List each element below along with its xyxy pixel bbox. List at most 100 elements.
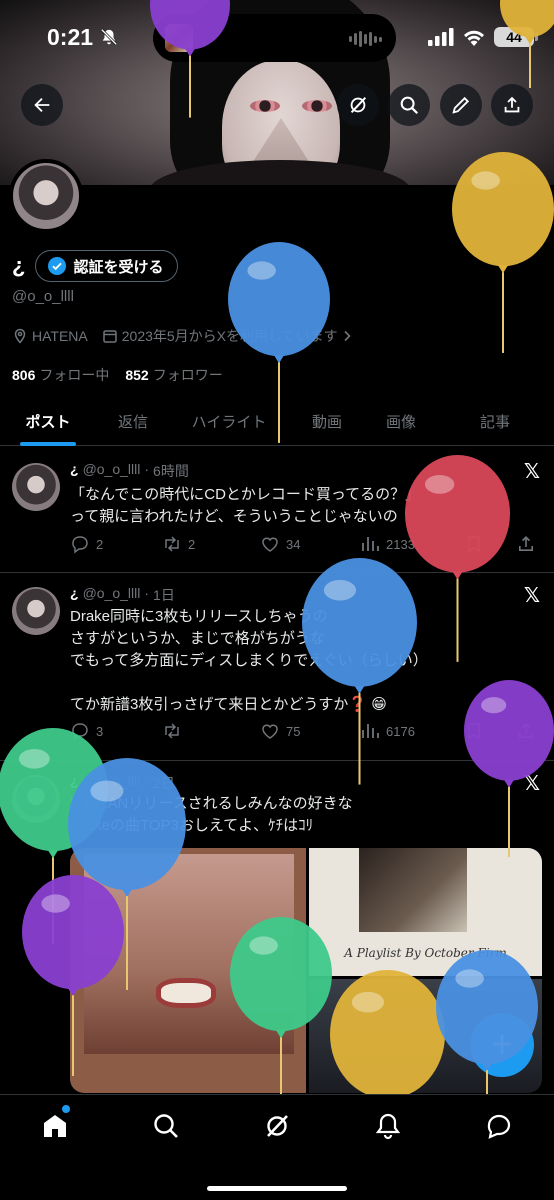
playlist-caption: A Playlist By October Firm [344, 946, 507, 960]
views-button[interactable]: 6176 [360, 721, 464, 741]
like-count: 75 [286, 723, 301, 739]
like-button[interactable]: 34 [260, 534, 360, 554]
views-count: 6176 [386, 723, 415, 739]
nav-messages[interactable] [443, 1095, 554, 1157]
tab-articles[interactable]: 記事 [436, 398, 554, 445]
post-time: 2日 [153, 775, 175, 791]
notification-dot [62, 1105, 70, 1113]
reply-button[interactable]: 2 [70, 534, 162, 554]
silent-bell-icon [100, 28, 118, 46]
share-icon [504, 96, 520, 113]
playlist-cover-image[interactable]: A Playlist By October Firm [309, 848, 542, 976]
arrow-left-icon [34, 97, 50, 113]
search-icon [400, 96, 419, 115]
grok-icon [267, 1115, 288, 1137]
repost-button[interactable]: 2 [162, 534, 260, 554]
notifications-icon [375, 1113, 400, 1140]
audio-wave-icon [349, 31, 382, 47]
followers-count: 852 [125, 367, 149, 383]
battery-indicator: 44 [494, 27, 538, 47]
bottom-navigation [0, 1094, 554, 1200]
repost-count: 2 [188, 536, 196, 552]
post-share-button[interactable] [516, 534, 536, 554]
location-pin-icon [14, 328, 26, 344]
post-text: Drake同時に3枚もリリースしちゃうの さすがというか、まじで格がちがうな で… [70, 608, 428, 713]
share-button[interactable] [491, 84, 533, 126]
get-verified-button[interactable]: 認証を受ける [35, 250, 179, 282]
share-icon [519, 536, 533, 551]
views-chart-icon [362, 724, 379, 738]
post-author-name: ¿ [70, 461, 79, 477]
nav-search[interactable] [111, 1095, 222, 1157]
status-time: 0:21 [47, 24, 94, 50]
pencil-icon [452, 96, 470, 114]
album-cover-image[interactable] [70, 848, 306, 1093]
reply-icon [72, 536, 88, 554]
nav-grok[interactable] [222, 1095, 333, 1157]
following-link[interactable]: 806 フォロー中 [12, 365, 109, 385]
post-author-handle: @o_o_llll [82, 585, 141, 601]
post-author-handle: @o_o_llll [82, 773, 141, 789]
post-avatar[interactable] [12, 775, 60, 823]
post-time: 1日 [153, 587, 175, 603]
get-verified-label: 認証を受ける [73, 258, 164, 276]
home-icon [44, 1115, 67, 1137]
profile-name: ¿ [12, 253, 26, 278]
messages-icon [487, 1114, 510, 1139]
post-author-name: ¿ [70, 773, 79, 789]
x-logo-icon: 𝕏 [523, 773, 540, 795]
nav-home[interactable] [0, 1095, 111, 1157]
post-avatar[interactable] [12, 587, 60, 635]
bookmark-icon [468, 536, 480, 553]
bookmark-button[interactable] [464, 534, 516, 554]
compose-post-button[interactable]: + [470, 1013, 534, 1077]
joined-text: 2023年5月からXを利用しています [121, 328, 338, 344]
views-button[interactable]: 2133 [360, 534, 464, 554]
post-text: ICEMANリリースされるしみんなの好きな Drakeの曲TOP3おしえてよ、ｹ… [70, 795, 353, 834]
post-share-button[interactable] [516, 721, 536, 741]
share-icon [519, 723, 533, 738]
location-text: HATENA [32, 328, 88, 344]
grok-icon [350, 96, 367, 114]
profile-joined[interactable]: 2023年5月からXを利用しています [102, 326, 352, 346]
tab-posts[interactable]: ポスト [0, 398, 96, 445]
nav-notifications[interactable] [332, 1095, 443, 1157]
following-label: フォロー中 [39, 367, 110, 383]
post-item[interactable]: ¿ @o_o_llll · 1日 𝕏 Drake同時に3枚もリリースしちゃうの … [0, 573, 554, 761]
profile-avatar[interactable] [9, 159, 83, 233]
heart-icon [262, 724, 278, 739]
tab-images[interactable]: 画像 [366, 398, 436, 445]
reply-count: 2 [96, 536, 104, 552]
x-logo-icon: 𝕏 [523, 585, 540, 607]
dynamic-island[interactable] [153, 14, 396, 62]
tab-videos[interactable]: 動画 [288, 398, 366, 445]
post-time: 6時間 [153, 463, 189, 479]
profile-handle: @o_o_llll [12, 288, 74, 305]
cellular-signal-icon [428, 28, 454, 46]
reply-icon [72, 723, 88, 741]
profile-tabs: ポスト 返信 ハイライト 動画 画像 記事 [0, 398, 554, 446]
grok-button[interactable] [337, 84, 379, 126]
search-icon [154, 1114, 179, 1138]
repost-icon [165, 536, 179, 552]
search-button[interactable] [388, 84, 430, 126]
wifi-icon [464, 30, 484, 46]
calendar-icon [103, 330, 117, 343]
tab-highlights[interactable]: ハイライト [170, 398, 288, 445]
status-bar: 0:21 44 [0, 0, 554, 78]
bookmark-button[interactable] [464, 721, 516, 741]
post-avatar[interactable] [12, 463, 60, 511]
reply-count: 3 [96, 723, 104, 739]
tab-replies[interactable]: 返信 [96, 398, 170, 445]
reply-button[interactable]: 3 [70, 721, 162, 741]
heart-icon [262, 537, 278, 552]
post-item[interactable]: ¿ @o_o_llll · 6時間 𝕏 「なんでこの時代にCDとかレコード買って… [0, 447, 554, 573]
back-button[interactable] [21, 84, 63, 126]
followers-link[interactable]: 852 フォロワー [125, 365, 222, 385]
like-button[interactable]: 75 [260, 721, 360, 741]
edit-button[interactable] [440, 84, 482, 126]
post-author-name: ¿ [70, 585, 79, 601]
views-chart-icon [362, 537, 379, 551]
x-logo-icon: 𝕏 [523, 461, 540, 483]
repost-button[interactable] [162, 721, 260, 741]
